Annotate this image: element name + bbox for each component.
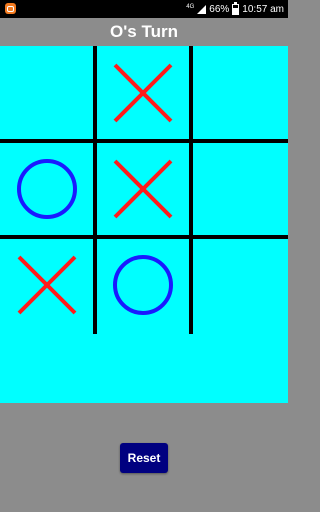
x-mark-icon	[17, 255, 77, 315]
board-cell-r1-c2[interactable]	[96, 46, 190, 140]
board-cell-r1-c1[interactable]	[0, 46, 94, 140]
o-mark-icon	[17, 159, 77, 219]
clock: 10:57 am	[242, 3, 284, 15]
board-cell-r3-c3[interactable]	[192, 238, 286, 332]
signal-icon	[197, 4, 207, 14]
board-cell-r2-c3[interactable]	[192, 142, 286, 236]
header: O's Turn	[0, 18, 288, 46]
notification-app-icon	[5, 3, 16, 14]
battery-icon	[232, 1, 240, 15]
footer: Reset	[0, 403, 288, 512]
o-mark-icon	[113, 255, 173, 315]
board-area	[0, 46, 288, 403]
board-cell-r3-c2[interactable]	[96, 238, 190, 332]
board-cell-r2-c2[interactable]	[96, 142, 190, 236]
status-indicators: 4G 66% 10:57 am	[186, 0, 284, 18]
battery-percent: 66%	[209, 3, 230, 15]
x-mark-icon	[113, 159, 173, 219]
reset-button[interactable]: Reset	[120, 443, 168, 473]
board-cell-r1-c3[interactable]	[192, 46, 286, 140]
status-bar: 4G 66% 10:57 am	[0, 0, 288, 18]
game-board	[0, 46, 288, 334]
x-mark-icon	[113, 63, 173, 123]
board-cell-r3-c1[interactable]	[0, 238, 94, 332]
network-type-label: 4G	[186, 4, 195, 10]
board-cell-r2-c1[interactable]	[0, 142, 94, 236]
turn-title: O's Turn	[110, 22, 178, 41]
